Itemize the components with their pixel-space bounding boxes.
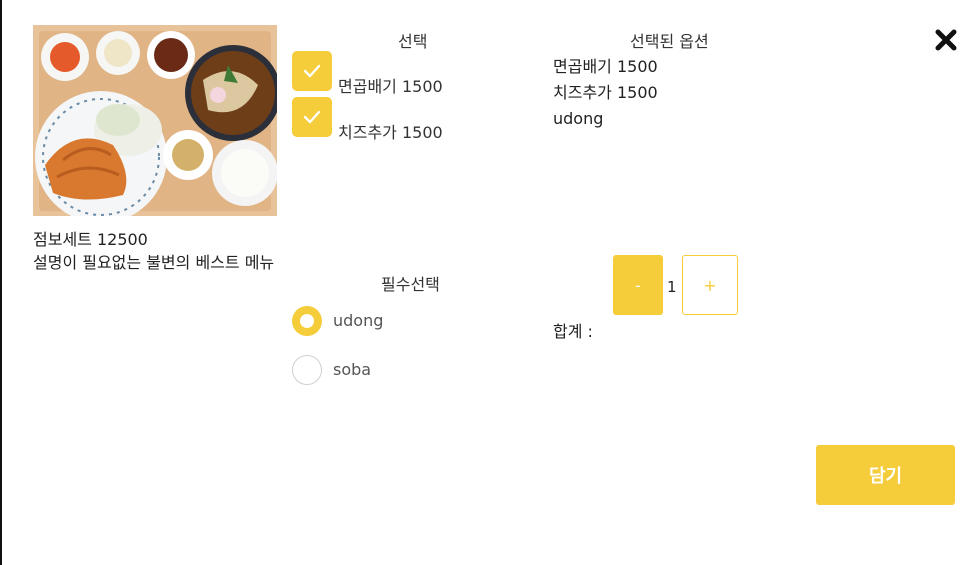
add-to-cart-button[interactable]: 담기 bbox=[816, 445, 955, 505]
close-button[interactable] bbox=[934, 28, 958, 52]
option-label: 면곱배기 1500 bbox=[338, 77, 443, 96]
options-header: 선택 bbox=[398, 32, 428, 51]
product-image bbox=[33, 25, 277, 216]
product-description: 설명이 필요없는 불변의 베스트 메뉴 bbox=[33, 253, 275, 272]
radio-selected[interactable] bbox=[292, 306, 322, 336]
total-label: 합계 : bbox=[553, 322, 593, 341]
selected-item: udong bbox=[553, 109, 604, 128]
check-icon bbox=[303, 64, 321, 78]
selected-item: 면곱배기 1500 bbox=[553, 57, 658, 76]
selected-item: 치즈추가 1500 bbox=[553, 83, 658, 102]
quantity-increase-button[interactable]: + bbox=[682, 255, 738, 315]
radio-label: udong bbox=[333, 311, 384, 330]
product-title: 점보세트 12500 bbox=[33, 230, 148, 249]
option-label: 치즈추가 1500 bbox=[338, 123, 443, 142]
check-icon bbox=[303, 110, 321, 124]
quantity-value: 1 bbox=[667, 278, 677, 296]
quantity-decrease-button[interactable]: - bbox=[613, 255, 663, 315]
required-header: 필수선택 bbox=[381, 275, 440, 294]
radio-label: soba bbox=[333, 360, 372, 379]
checkbox-checked[interactable] bbox=[292, 51, 332, 91]
checkbox-checked[interactable] bbox=[292, 97, 332, 137]
selected-header: 선택된 옵션 bbox=[630, 32, 709, 51]
close-icon bbox=[935, 29, 957, 51]
selected-list: 면곱배기 1500 치즈추가 1500 udong bbox=[553, 54, 658, 132]
food-photo-icon bbox=[33, 25, 277, 216]
radio-unselected[interactable] bbox=[292, 355, 322, 385]
left-border bbox=[0, 0, 2, 565]
